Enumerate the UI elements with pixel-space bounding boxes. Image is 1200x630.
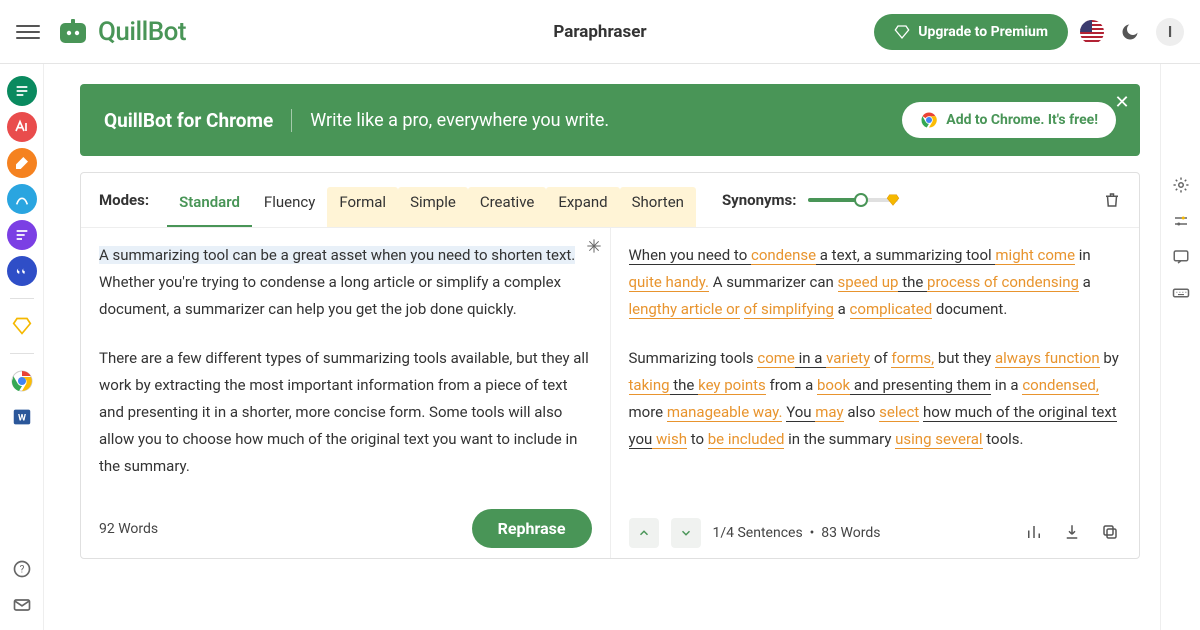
sidebar-paraphraser-icon[interactable]	[7, 76, 37, 106]
synonyms-slider[interactable]	[808, 198, 898, 202]
close-icon[interactable]: ✕	[1112, 92, 1132, 112]
synonyms-label: Synonyms:	[722, 191, 797, 209]
logo[interactable]: QuillBot	[58, 17, 186, 47]
mode-tab-fluency[interactable]: Fluency	[252, 187, 327, 227]
promo-banner: QuillBot for Chrome Write like a pro, ev…	[80, 84, 1140, 156]
output-text[interactable]: When you need to condense a text, a summ…	[629, 242, 1122, 453]
tune-icon[interactable]	[1170, 210, 1192, 232]
sidebar-mail-icon[interactable]	[7, 590, 37, 620]
sidebar-plagiarism-icon[interactable]	[7, 184, 37, 214]
card-header: Modes: StandardFluencyFormalSimpleCreati…	[81, 173, 1139, 228]
prev-sentence-button[interactable]	[629, 518, 659, 548]
sidebar-premium-icon[interactable]	[7, 311, 37, 341]
topbar: QuillBot Paraphraser Upgrade to Premium …	[0, 0, 1200, 64]
upgrade-button[interactable]: Upgrade to Premium	[874, 14, 1068, 50]
svg-text:W: W	[17, 414, 25, 424]
mode-tab-formal[interactable]: Formal	[327, 187, 398, 227]
mode-tab-standard[interactable]: Standard	[167, 187, 252, 227]
logo-text: QuillBot	[98, 17, 186, 47]
sentence-counter: 1/4 Sentences • 83 Words	[713, 525, 881, 541]
upgrade-label: Upgrade to Premium	[918, 24, 1048, 40]
avatar[interactable]: I	[1156, 18, 1184, 46]
logo-icon	[58, 17, 88, 47]
next-sentence-button[interactable]	[671, 518, 701, 548]
theme-toggle[interactable]	[1116, 18, 1144, 46]
diamond-icon	[894, 24, 910, 40]
sidebar-chrome-icon[interactable]	[7, 366, 37, 396]
mode-tab-expand[interactable]: Expand	[546, 187, 619, 227]
chrome-icon	[920, 111, 938, 129]
main-content: QuillBot for Chrome Write like a pro, ev…	[44, 64, 1160, 630]
mode-tab-creative[interactable]: Creative	[468, 187, 547, 227]
sidebar-summarizer-icon[interactable]	[7, 220, 37, 250]
trash-icon	[1103, 191, 1121, 209]
export-button[interactable]	[1063, 523, 1083, 543]
banner-title: QuillBot for Chrome	[104, 109, 292, 132]
svg-text:?: ?	[19, 564, 24, 575]
copy-icon	[1101, 523, 1119, 541]
banner-cta-label: Add to Chrome. It's free!	[946, 112, 1098, 128]
chevron-down-icon	[679, 526, 693, 540]
slider-premium-icon	[886, 193, 900, 207]
freeze-words-icon[interactable]	[586, 238, 602, 254]
language-flag[interactable]	[1080, 20, 1104, 44]
input-pane[interactable]: A summarizing tool can be a great asset …	[81, 228, 611, 558]
feedback-icon[interactable]	[1170, 246, 1192, 268]
chevron-up-icon	[637, 526, 651, 540]
sidebar-cowriter-icon[interactable]	[7, 148, 37, 178]
output-pane[interactable]: When you need to condense a text, a summ…	[611, 228, 1140, 558]
keyboard-icon[interactable]	[1170, 282, 1192, 304]
left-sidebar: W ?	[0, 64, 44, 630]
paraphraser-card: Modes: StandardFluencyFormalSimpleCreati…	[80, 172, 1140, 559]
bar-chart-icon	[1025, 523, 1043, 541]
delete-button[interactable]	[1103, 191, 1121, 209]
input-text[interactable]: A summarizing tool can be a great asset …	[99, 242, 592, 480]
sidebar-grammar-icon[interactable]	[7, 112, 37, 142]
right-sidebar	[1160, 64, 1200, 630]
input-wordcount: 92 Words	[99, 521, 158, 537]
menu-icon[interactable]	[16, 20, 40, 44]
sidebar-help-icon[interactable]: ?	[7, 554, 37, 584]
mode-tab-simple[interactable]: Simple	[398, 187, 468, 227]
sidebar-citation-icon[interactable]	[7, 256, 37, 286]
add-to-chrome-button[interactable]: Add to Chrome. It's free!	[902, 102, 1116, 138]
statistics-button[interactable]	[1025, 523, 1045, 543]
rephrase-button[interactable]: Rephrase	[472, 509, 592, 548]
copy-button[interactable]	[1101, 523, 1121, 543]
moon-icon	[1120, 22, 1140, 42]
settings-icon[interactable]	[1170, 174, 1192, 196]
modes-label: Modes:	[99, 191, 149, 209]
mode-tab-shorten[interactable]: Shorten	[620, 187, 696, 227]
download-icon	[1063, 523, 1081, 541]
sidebar-word-icon[interactable]: W	[7, 402, 37, 432]
page-title: Paraphraser	[553, 22, 646, 42]
banner-subtitle: Write like a pro, everywhere you write.	[310, 110, 609, 131]
